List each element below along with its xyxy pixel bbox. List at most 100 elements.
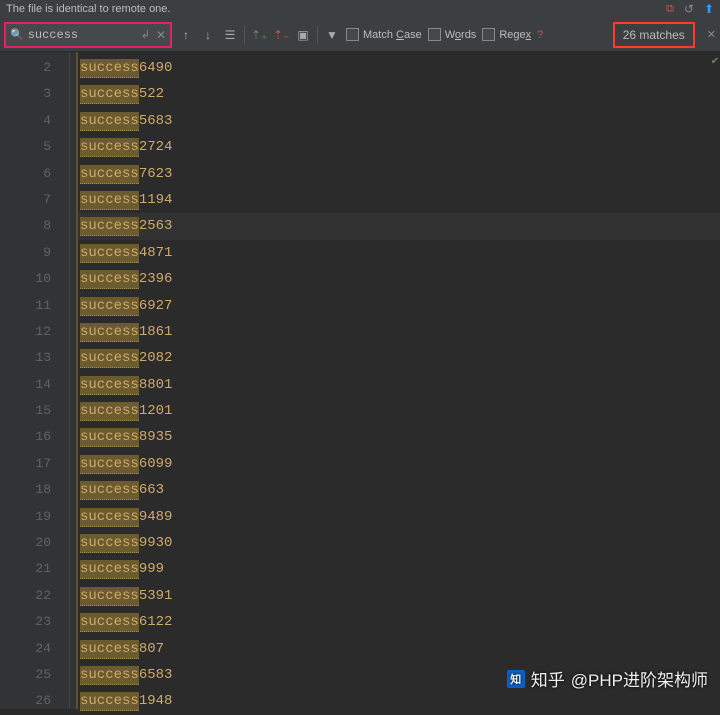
status-message: The file is identical to remote one. (6, 3, 170, 15)
select-all-button[interactable]: ☰ (222, 28, 238, 42)
match-case-checkbox[interactable]: Match Case (346, 28, 422, 41)
line-number: 3 (0, 81, 69, 107)
line-number: 19 (0, 504, 69, 530)
search-highlight: success (80, 349, 139, 368)
code-line[interactable]: success1948 (78, 688, 720, 714)
line-number: 4 (0, 108, 69, 134)
checkbox-box (482, 28, 495, 41)
matches-count: 26 matches (613, 22, 695, 48)
line-number: 13 (0, 345, 69, 371)
line-number: 6 (0, 161, 69, 187)
separator (317, 26, 318, 44)
code-line[interactable]: success4871 (78, 240, 720, 266)
code-line[interactable]: success522 (78, 81, 720, 107)
search-highlight: success (80, 613, 139, 632)
line-number: 17 (0, 451, 69, 477)
fold-bar (70, 52, 78, 709)
code-area[interactable]: success6490success522success5683success2… (78, 52, 720, 709)
code-line[interactable]: success1861 (78, 319, 720, 345)
code-line[interactable]: success6122 (78, 609, 720, 635)
line-number: 7 (0, 187, 69, 213)
watermark-site: 知乎 (531, 666, 565, 691)
search-highlight: success (80, 138, 139, 157)
code-line[interactable]: success8935 (78, 424, 720, 450)
status-bar: The file is identical to remote one. ⧉ ↺… (0, 0, 720, 18)
code-line[interactable]: success1201 (78, 398, 720, 424)
search-input[interactable] (28, 28, 118, 42)
next-match-button[interactable]: ↓ (200, 28, 216, 42)
search-highlight: success (80, 428, 139, 447)
search-highlight: success (80, 323, 139, 342)
words-checkbox[interactable]: Words (428, 28, 477, 41)
line-number: 2 (0, 55, 69, 81)
code-line[interactable]: success2724 (78, 134, 720, 160)
search-highlight: success (80, 270, 139, 289)
separator (244, 26, 245, 44)
words-label: Words (445, 29, 477, 41)
search-highlight: success (80, 587, 139, 606)
history-icon[interactable]: ↺ (684, 2, 694, 16)
line-number: 8 (0, 213, 69, 239)
search-highlight: success (80, 244, 139, 263)
line-number: 16 (0, 424, 69, 450)
filter-button[interactable]: ▼ (324, 28, 340, 42)
code-line[interactable]: success6927 (78, 293, 720, 319)
search-highlight: success (80, 297, 139, 316)
watermark: 知 知乎 @PHP进阶架构师 (507, 666, 708, 691)
search-highlight: success (80, 217, 139, 236)
search-highlight: success (80, 112, 139, 131)
enter-icon: ↲ (141, 28, 150, 41)
code-line[interactable]: success5391 (78, 583, 720, 609)
line-number: 26 (0, 688, 69, 714)
search-highlight: success (80, 455, 139, 474)
search-box: 🔍 ↲ ✕ (4, 22, 172, 48)
code-line[interactable]: success6099 (78, 451, 720, 477)
checkbox-box (428, 28, 441, 41)
code-line[interactable]: success1194 (78, 187, 720, 213)
prev-match-button[interactable]: ↑ (178, 28, 194, 42)
search-highlight: success (80, 640, 139, 659)
code-line[interactable]: success6490 (78, 55, 720, 81)
matches-label: 26 matches (623, 28, 685, 42)
match-case-label: Match Case (363, 29, 422, 41)
compare-icon[interactable]: ⧉ (666, 3, 674, 16)
line-number: 21 (0, 556, 69, 582)
add-selection-button[interactable]: ⇡₊ (251, 28, 267, 42)
line-number: 18 (0, 477, 69, 503)
search-highlight: success (80, 666, 139, 685)
regex-checkbox[interactable]: Regex (482, 28, 531, 41)
remove-selection-button[interactable]: ⇡₋ (273, 28, 289, 42)
watermark-author: @PHP进阶架构师 (571, 666, 708, 691)
upload-icon[interactable]: ⬆ (704, 2, 714, 16)
code-line[interactable]: success5683 (78, 108, 720, 134)
code-line[interactable]: success2563 (78, 213, 720, 239)
close-find-icon[interactable]: ✕ (707, 28, 716, 41)
ok-icon: ✔ (711, 56, 719, 68)
search-highlight: success (80, 191, 139, 210)
help-icon[interactable]: ? (537, 29, 543, 41)
code-line[interactable]: success663 (78, 477, 720, 503)
code-line[interactable]: success807 (78, 636, 720, 662)
code-line[interactable]: success7623 (78, 161, 720, 187)
code-line[interactable]: success2082 (78, 345, 720, 371)
search-highlight: success (80, 534, 139, 553)
search-highlight: success (80, 560, 139, 579)
code-line[interactable]: success2396 (78, 266, 720, 292)
code-line[interactable]: success9930 (78, 530, 720, 556)
clear-search-icon[interactable]: ✕ (156, 28, 166, 42)
code-line[interactable]: success8801 (78, 372, 720, 398)
find-bar: 🔍 ↲ ✕ ↑ ↓ ☰ ⇡₊ ⇡₋ ▣ ▼ Match Case Words R… (0, 18, 720, 52)
search-highlight: success (80, 165, 139, 184)
line-number: 11 (0, 293, 69, 319)
export-button[interactable]: ▣ (295, 28, 311, 42)
code-line[interactable]: success9489 (78, 504, 720, 530)
line-number: 15 (0, 398, 69, 424)
code-line[interactable]: success999 (78, 556, 720, 582)
line-number: 23 (0, 609, 69, 635)
search-highlight: success (80, 376, 139, 395)
line-gutter: 2345678910111213141516171819202122232425… (0, 52, 70, 709)
line-number: 12 (0, 319, 69, 345)
search-highlight: success (80, 85, 139, 104)
line-number: 5 (0, 134, 69, 160)
inspection-gutter: ✔ (710, 52, 720, 72)
